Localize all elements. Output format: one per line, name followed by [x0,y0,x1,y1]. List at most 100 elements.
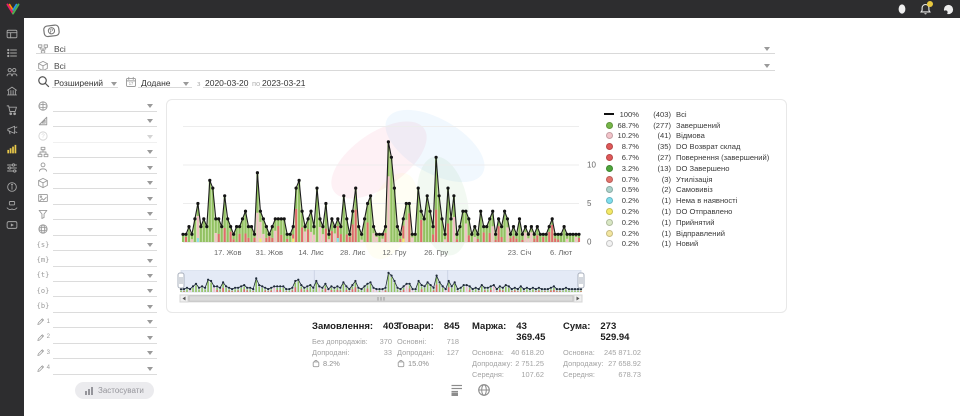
x-axis-label: 12. Гру [382,248,406,257]
calendar-icon[interactable]: 17 [125,75,137,93]
chart-legend: 100%(403)Всі68.7%(277)Завершений10.2%(41… [604,109,782,249]
sidebar-item-dashboard-icon[interactable] [3,24,21,43]
sidebar-item-megaphone-icon[interactable] [3,120,21,139]
stat-row: Без допродажів:370 [312,336,392,347]
user-icon[interactable] [896,3,908,15]
person-icon [36,161,50,174]
category-filter-field[interactable] [36,42,775,54]
sidebar [0,18,24,416]
presentation-icon[interactable]: P [42,23,62,44]
x-axis-label: 17. Жов [214,248,242,257]
sidebar-item-sliders-icon[interactable] [3,158,21,177]
banner-select[interactable] [53,193,157,205]
legend-item[interactable]: 0.7%(3)Утилізація [604,174,782,185]
legend-percent: 0.2% [614,218,639,227]
chevron-down-icon [147,212,153,216]
app-root: P Всі Всі Розширений 17 Додане з 2020-03… [0,0,960,416]
filter-row-token-o: {o} [36,283,157,298]
legend-item[interactable]: 3.2%(13)DO Завершено [604,163,782,174]
chevron-down-icon[interactable] [764,47,770,51]
svg-text:?: ? [41,134,45,140]
sidebar-item-video-icon[interactable] [3,216,21,235]
token-b-select[interactable] [53,301,157,313]
legend-count: (1) [646,207,671,216]
legend-item[interactable]: 8.7%(35)DO Возврат склад [604,141,782,152]
legend-percent: 0.2% [614,207,639,216]
sidebar-item-info-icon[interactable] [3,178,21,197]
legend-item[interactable]: 6.7%(27)Повернення (завершений) [604,152,782,163]
filter-row-banner [36,191,157,206]
upsell-rate-badge: 15.0% [397,358,459,369]
sidebar-item-users-icon[interactable] [3,62,21,81]
legend-percent: 100% [614,110,639,119]
legend-percent: 0.2% [614,229,639,238]
legend-item[interactable]: 0.2%(1)Новий [604,239,782,250]
chevron-down-icon[interactable] [764,64,770,68]
structure-select[interactable] [53,146,157,158]
legend-item[interactable]: 10.2%(41)Відмова [604,131,782,142]
token-t-select[interactable] [53,270,157,282]
stat-row: Допродажу:27 658.92 [563,358,641,369]
token-m-icon: {m} [36,254,50,267]
legend-count: (403) [646,110,671,119]
chevron-down-icon [147,243,153,247]
legend-percent: 68.7% [614,121,639,130]
filter-row-country [36,98,157,113]
navigator-handle-right[interactable] [578,273,584,288]
cube-icon [36,176,50,189]
sidebar-item-chart-icon[interactable] [3,139,21,158]
country-select[interactable] [53,100,157,112]
search-icon[interactable] [37,75,50,93]
legend-item[interactable]: 0.2%(1)Відправлений [604,228,782,239]
notification-badge [927,1,933,7]
scrollbar-right-arrow[interactable] [574,295,582,302]
product-select[interactable] [53,177,157,189]
measure-select[interactable] [53,115,157,127]
navigator-handle-left[interactable] [178,273,184,288]
legend-item[interactable]: 0.2%(1)Нема в наявності [604,195,782,206]
legend-percent: 3.2% [614,164,639,173]
website-select[interactable] [53,224,157,236]
legend-item[interactable]: 100%(403)Всі [604,109,782,120]
moon-icon[interactable] [942,3,954,15]
filter-row-website [36,222,157,237]
legend-item[interactable]: 0.5%(2)Самовивіз [604,185,782,196]
apply-button[interactable]: Застосувати [75,382,154,399]
chevron-down-icon [147,289,153,293]
token-s-select[interactable] [53,239,157,251]
globe-icon [36,99,50,112]
sidebar-item-list-icon[interactable] [3,43,21,62]
scrollbar-left-arrow[interactable] [180,295,188,302]
legend-percent: 0.5% [614,185,639,194]
token-m-select[interactable] [53,255,157,267]
date-to-underline [260,76,305,88]
legend-count: (1) [646,218,671,227]
legend-item[interactable]: 0.2%(1)DO Отправлено [604,206,782,217]
legend-dot-swatch [604,176,614,183]
help-select[interactable] [53,131,157,143]
legend-label: Утилізація [676,175,782,184]
legend-dot-swatch [604,219,614,226]
funnel-select[interactable] [53,208,157,220]
legend-item[interactable]: 68.7%(277)Завершений [604,120,782,131]
token-s-icon: {s} [36,238,50,251]
globe-view-icon[interactable] [477,383,491,397]
chevron-down-icon [147,181,153,185]
chevron-down-icon [147,119,153,123]
manager-select[interactable] [53,162,157,174]
svg-text:17: 17 [129,81,134,86]
sidebar-item-care-icon[interactable] [3,197,21,216]
bell-icon[interactable] [919,3,931,15]
legend-label: Повернення (завершений) [676,153,782,162]
stat-row: Середня:107.62 [472,369,544,380]
product-filter-field[interactable] [36,59,775,71]
sidebar-item-cart-icon[interactable] [3,101,21,120]
token-o-icon: {o} [36,284,50,297]
legend-item[interactable]: 0.2%(1)Прийнятий [604,217,782,228]
token-o-select[interactable] [53,285,157,297]
chevron-down-icon [147,197,153,201]
list-view-icon[interactable] [450,383,464,397]
legend-dot-swatch [604,208,614,215]
sidebar-item-store-icon[interactable] [3,82,21,101]
chart-navigator[interactable] [175,270,607,306]
